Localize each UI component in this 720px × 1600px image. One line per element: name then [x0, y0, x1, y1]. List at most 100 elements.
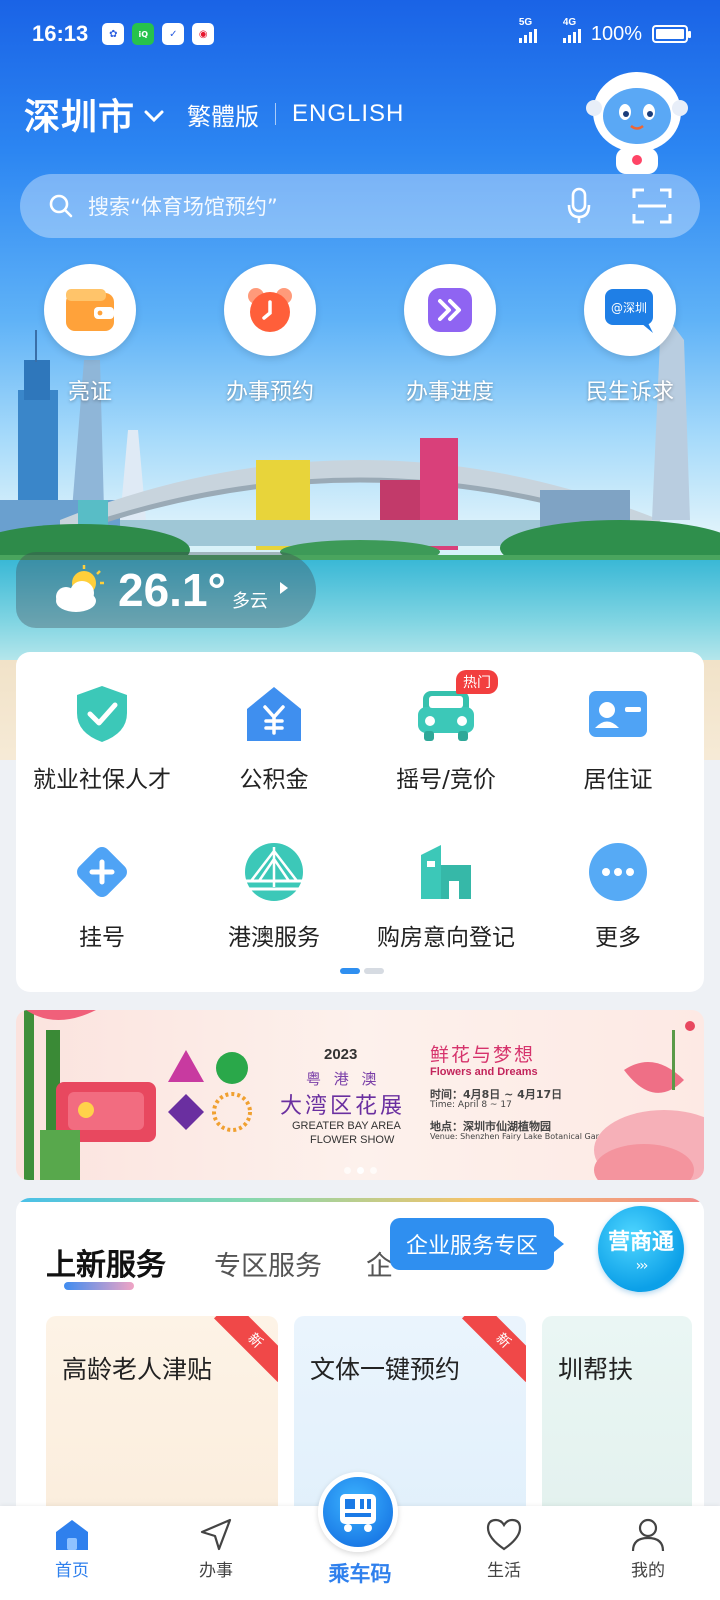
temperature: 26.1°: [118, 564, 226, 616]
alarm-clock-icon: [224, 264, 316, 356]
service-lottery[interactable]: 热门 摇号/竞价: [360, 670, 532, 794]
service-house-purchase[interactable]: 购房意向登记: [360, 840, 532, 952]
search-input[interactable]: 搜索“体育场馆预约”: [88, 191, 566, 221]
yst-label: 营商通: [607, 1230, 674, 1255]
id-card-icon: [586, 682, 650, 746]
traditional-chinese-link[interactable]: 繁體版: [187, 97, 259, 132]
english-link[interactable]: ENGLISH: [292, 100, 404, 128]
nav-tasks[interactable]: 办事: [144, 1506, 288, 1600]
service-label: 港澳服务: [228, 925, 320, 951]
signal-4g-icon: 4G: [562, 17, 581, 43]
service-card-title: 圳帮扶: [558, 1355, 634, 1384]
microphone-icon[interactable]: [566, 187, 592, 225]
tab-new-services[interactable]: 上新服务: [46, 1240, 166, 1284]
clipboard-icon: ✓: [162, 23, 185, 45]
nav-label: 乘车码: [328, 1562, 392, 1586]
signal-5g-icon: 5G: [518, 17, 537, 43]
banner-event-name: 大湾区花展: [280, 1094, 406, 1119]
wallet-card-icon: [44, 264, 136, 356]
user-icon: [631, 1518, 665, 1552]
service-label: 公积金: [239, 767, 309, 793]
navigation-arrow-icon: [200, 1518, 232, 1551]
weibo-icon: ◉: [192, 23, 215, 45]
banner-event-en-2: FLOWER SHOW: [310, 1134, 395, 1146]
bottom-navigation: 首页 办事 乘车码 生活 我的: [0, 1472, 720, 1600]
service-label: 购房意向登记: [377, 925, 515, 951]
quick-action-progress[interactable]: 办事进度: [360, 264, 540, 406]
chevron-down-icon[interactable]: [143, 109, 165, 123]
battery-percent: 100%: [590, 22, 642, 45]
section-divider: [16, 1198, 704, 1202]
weather-widget[interactable]: 26.1° 多云: [16, 552, 316, 628]
grid-page-indicator: [340, 968, 384, 974]
flower-illustration-left: [24, 1010, 156, 1180]
iqiyi-icon: iQ: [132, 23, 155, 45]
svg-text:@深圳: @深圳: [611, 301, 647, 315]
service-residence-permit[interactable]: 居住证: [532, 682, 704, 794]
quick-action-label: 办事进度: [405, 380, 494, 405]
fast-forward-icon: [404, 264, 496, 356]
service-more[interactable]: 更多: [532, 840, 704, 952]
banner-time-en: Time: April 8 ~ 17: [430, 1100, 512, 1110]
service-label: 摇号/竞价: [396, 767, 496, 793]
scan-icon[interactable]: [632, 186, 672, 226]
hot-badge: 热门: [456, 670, 498, 694]
baidu-icon: ✿: [102, 23, 125, 45]
header-row: 深圳市 繁體版 ENGLISH: [24, 88, 404, 140]
bridge-icon: [242, 840, 306, 904]
service-employment[interactable]: 就业社保人才: [16, 682, 188, 794]
quick-action-show-id[interactable]: 亮证: [0, 264, 180, 406]
nav-home[interactable]: 首页: [0, 1506, 144, 1600]
nav-ride-code[interactable]: 乘车码: [288, 1472, 432, 1600]
notification-icons: ✿ iQ ✓ ◉: [102, 23, 215, 45]
nav-life[interactable]: 生活: [432, 1506, 576, 1600]
service-card-title: 高龄老人津贴: [62, 1355, 213, 1384]
quick-action-petition[interactable]: @深圳 民生诉求: [540, 264, 720, 406]
flower-show-logo-icon: [168, 1050, 252, 1132]
bus-qr-icon: [318, 1472, 398, 1552]
banner-theme: 鲜花与梦想: [430, 1044, 536, 1066]
banner-event-en-1: GREATER BAY AREA: [292, 1120, 401, 1132]
city-selector[interactable]: 深圳市: [24, 88, 135, 140]
lang-divider: [275, 103, 277, 125]
tab-zone-services[interactable]: 专区服务: [214, 1244, 322, 1283]
enterprise-zone-tooltip[interactable]: 企业服务专区: [390, 1218, 565, 1270]
service-label: 挂号: [79, 925, 125, 951]
service-housing-fund[interactable]: 公积金: [188, 682, 360, 794]
service-label: 居住证: [583, 767, 653, 793]
flower-show-banner[interactable]: 2023 粤 港 澳 大湾区花展 GREATER BAY AREA FLOWER…: [16, 1010, 704, 1180]
building-icon: [414, 840, 478, 904]
status-bar: 16:13 ✿ iQ ✓ ◉ 5G 4G 100%: [0, 0, 720, 68]
search-bar[interactable]: 搜索“体育场馆预约”: [20, 174, 700, 238]
service-label: 就业社保人才: [33, 767, 171, 793]
more-dots-icon: [586, 840, 650, 904]
quick-actions: 亮证 办事预约 办事进度 @深圳 民生诉求: [0, 264, 720, 406]
robot-mascot-icon[interactable]: [582, 64, 692, 176]
banner-theme-en: Flowers and Dreams: [430, 1066, 538, 1078]
search-icon: [49, 194, 73, 218]
new-badge: 新: [461, 1316, 526, 1383]
weather-condition: 多云: [231, 591, 268, 612]
nav-label: 首页: [55, 1561, 89, 1581]
nav-label: 生活: [487, 1561, 521, 1581]
battery-icon: [652, 25, 691, 43]
medical-plus-icon: [70, 840, 134, 904]
new-badge: 新: [213, 1316, 278, 1383]
chevrons-right-icon: ›››: [635, 1258, 649, 1274]
tooltip-text: 企业服务专区: [406, 1234, 539, 1259]
yingshangtong-button[interactable]: 营商通 ›››: [598, 1206, 684, 1292]
quick-action-label: 民生诉求: [585, 380, 674, 405]
service-registration[interactable]: 挂号: [16, 840, 188, 952]
banner-region: 粤 港 澳: [306, 1070, 381, 1088]
triangle-right-icon: [279, 582, 288, 594]
service-hk-macau[interactable]: 港澳服务: [188, 840, 360, 952]
tab-enterprise-partial[interactable]: 企: [366, 1244, 393, 1283]
quick-action-appointment[interactable]: 办事预约: [180, 264, 360, 406]
nav-mine[interactable]: 我的: [576, 1506, 720, 1600]
status-time: 16:13: [32, 21, 89, 46]
nav-label: 办事: [199, 1561, 233, 1581]
chat-bubble-icon: @深圳: [584, 264, 676, 356]
service-row-1: 就业社保人才 公积金 热门 摇号/竞价 居住证: [16, 670, 704, 794]
banner-year: 2023: [324, 1046, 358, 1063]
service-row-2: 挂号 港澳服务 购房意向登记 更多: [16, 840, 704, 952]
